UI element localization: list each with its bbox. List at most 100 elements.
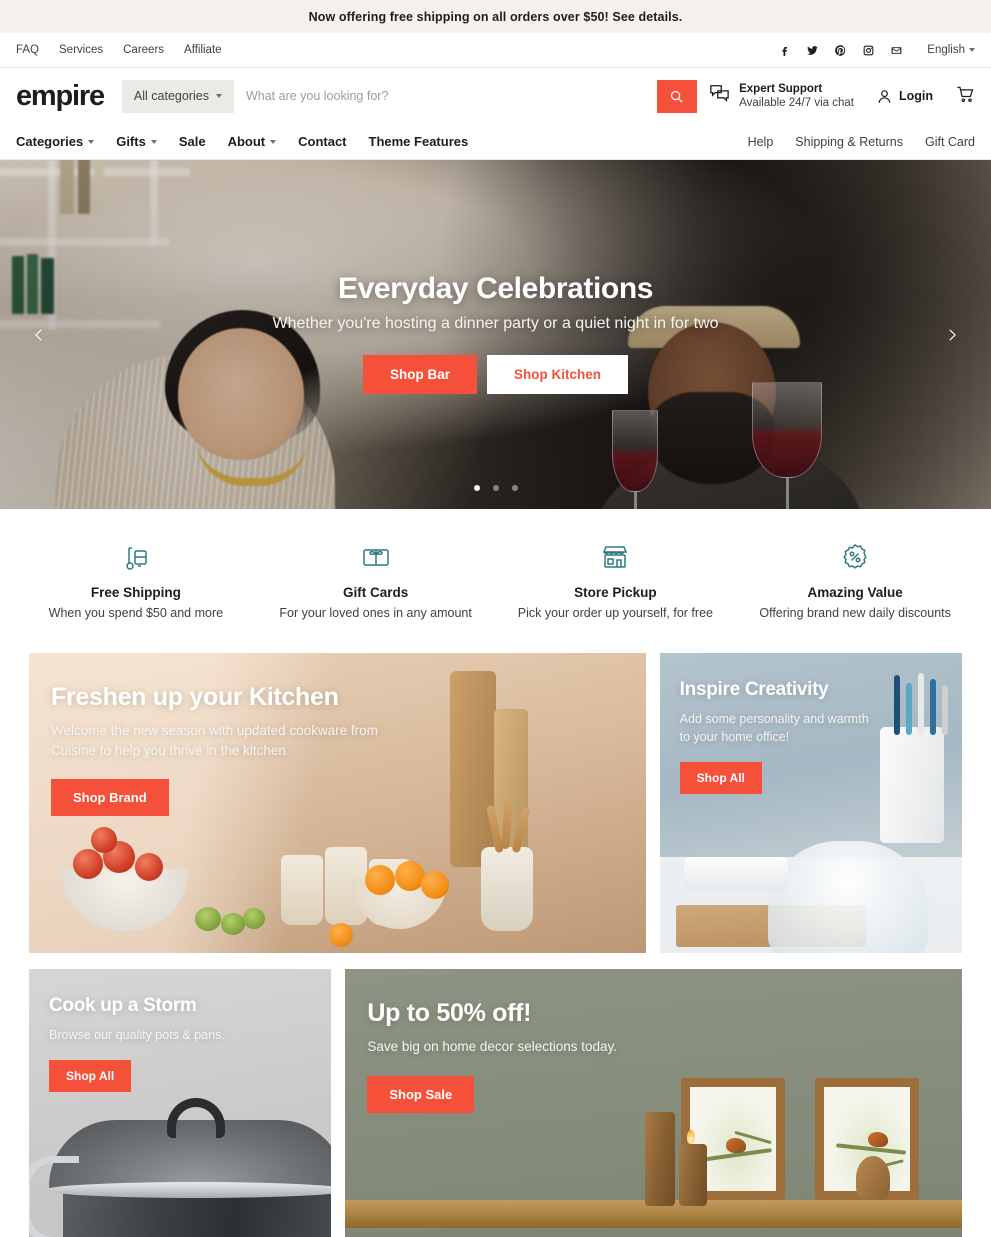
promo-desc: Save big on home decor selections today. — [367, 1039, 617, 1054]
hero-content: Everyday Celebrations Whether you're hos… — [0, 272, 991, 394]
promo-card-cook[interactable]: Cook up a Storm Browse our quality pots … — [29, 969, 332, 1237]
search-submit-button[interactable] — [656, 79, 697, 113]
nav-label: About — [227, 134, 266, 149]
promo-card-creativity[interactable]: Inspire Creativity Add some personality … — [659, 653, 962, 953]
nav-label: Theme Features — [368, 134, 469, 149]
utility-link-services[interactable]: Services — [59, 44, 103, 56]
promo-card-kitchen[interactable]: Freshen up your Kitchen Welcome the new … — [29, 653, 646, 953]
feature-free-shipping: Free Shipping When you spend $50 and mor… — [16, 540, 256, 620]
hero-subtitle: Whether you're hosting a dinner party or… — [272, 315, 719, 332]
chevron-down-icon — [150, 139, 157, 144]
support-title: Expert Support — [739, 82, 823, 95]
announcement-bar: Now offering free shipping on all orders… — [0, 0, 991, 33]
carousel-next-button[interactable] — [935, 318, 969, 352]
cart-button[interactable] — [955, 84, 975, 109]
shopping-cart-icon — [957, 86, 974, 102]
nav-item-gifts[interactable]: Gifts — [116, 134, 157, 149]
utility-link-careers[interactable]: Careers — [123, 44, 164, 56]
promo-desc: Welcome the new season with updated cook… — [51, 723, 378, 758]
header-actions: Expert Support Available 24/7 via chat L… — [709, 82, 975, 111]
login-button[interactable]: Login — [876, 88, 933, 105]
hero-shop-bar-button[interactable]: Shop Bar — [362, 355, 477, 394]
promo-title: Freshen up your Kitchen — [51, 683, 339, 711]
search-category-select[interactable]: All categories — [121, 79, 234, 113]
promo-shop-all-creativity-button[interactable]: Shop All — [679, 762, 762, 795]
nav-secondary: Help Shipping & Returns Gift Card — [748, 135, 975, 149]
instagram-icon[interactable] — [861, 43, 876, 58]
utility-link-faq[interactable]: FAQ — [16, 44, 39, 56]
delivery-truck-icon — [16, 540, 256, 574]
nav-item-contact[interactable]: Contact — [298, 134, 346, 149]
expert-support[interactable]: Expert Support Available 24/7 via chat — [709, 82, 854, 111]
feature-desc: Offering brand new daily discounts — [759, 606, 951, 620]
feature-desc: For your loved ones in any amount — [279, 606, 472, 620]
chevron-down-icon — [270, 139, 277, 144]
carousel-dot-2[interactable] — [492, 485, 499, 491]
chevron-down-icon — [88, 139, 95, 144]
carousel-dot-1[interactable] — [473, 485, 480, 491]
nav-label: Categories — [16, 134, 84, 149]
gift-card-icon — [256, 540, 496, 574]
hero-title: Everyday Celebrations — [337, 272, 654, 305]
promo-grid: Freshen up your Kitchen Welcome the new … — [0, 653, 991, 1237]
nav-item-help[interactable]: Help — [748, 135, 774, 149]
nav-label: Contact — [298, 134, 347, 149]
storefront-icon — [496, 540, 736, 574]
feature-desc: When you spend $50 and more — [48, 606, 224, 620]
support-subtitle: Available 24/7 via chat — [739, 97, 854, 109]
promo-desc: Add some personality and warmth to your … — [679, 712, 869, 745]
nav-item-about[interactable]: About — [228, 134, 277, 149]
utility-right: English — [777, 43, 975, 58]
utility-link-affiliate[interactable]: Affiliate — [184, 44, 222, 56]
feature-title: Amazing Value — [807, 585, 903, 600]
pinterest-icon[interactable] — [833, 43, 848, 58]
site-header: empire All categories Expert Support Ava… — [0, 68, 991, 124]
promo-row-2: Cook up a Storm Browse our quality pots … — [29, 969, 962, 1237]
carousel-dot-3[interactable] — [511, 485, 518, 491]
promo-row-1: Freshen up your Kitchen Welcome the new … — [29, 653, 962, 953]
feature-gift-cards: Gift Cards For your loved ones in any am… — [256, 540, 496, 620]
nav-primary: Categories Gifts Sale About Contact Them… — [16, 134, 468, 149]
email-icon[interactable] — [889, 43, 904, 58]
promo-title: Inspire Creativity — [679, 679, 829, 700]
promo-title: Cook up a Storm — [49, 995, 197, 1016]
discount-badge-icon — [735, 540, 975, 574]
feature-title: Gift Cards — [342, 585, 409, 600]
feature-title: Store Pickup — [574, 585, 657, 600]
hero-shop-kitchen-button[interactable]: Shop Kitchen — [487, 355, 628, 394]
chevron-down-icon — [215, 94, 222, 98]
nav-item-theme-features[interactable]: Theme Features — [369, 134, 469, 149]
promo-shop-sale-button[interactable]: Shop Sale — [367, 1075, 475, 1113]
facebook-icon[interactable] — [777, 43, 792, 58]
promo-title: Up to 50% off! — [367, 999, 532, 1027]
chevron-down-icon — [969, 48, 975, 52]
chat-bubbles-icon — [709, 84, 730, 108]
nav-item-categories[interactable]: Categories — [16, 134, 95, 149]
promo-shop-brand-button[interactable]: Shop Brand — [51, 779, 169, 817]
nav-item-sale[interactable]: Sale — [179, 134, 206, 149]
promo-desc: Browse our quality pots & pans. — [49, 1028, 225, 1042]
nav-item-shipping-returns[interactable]: Shipping & Returns — [795, 135, 903, 149]
site-logo[interactable]: empire — [16, 81, 105, 111]
feature-amazing-value: Amazing Value Offering brand new daily d… — [735, 540, 975, 620]
language-label: English — [927, 44, 965, 56]
chevron-right-icon — [949, 328, 956, 341]
language-selector[interactable]: English — [927, 44, 975, 56]
promo-card-sale[interactable]: Up to 50% off! Save big on home decor se… — [345, 969, 962, 1237]
search-category-label: All categories — [133, 89, 209, 103]
hero-carousel: Everyday Celebrations Whether you're hos… — [0, 160, 991, 509]
search-icon — [671, 90, 683, 103]
twitter-icon[interactable] — [805, 43, 820, 58]
search-input[interactable] — [233, 79, 657, 113]
feature-store-pickup: Store Pickup Pick your order up yourself… — [496, 540, 736, 620]
carousel-prev-button[interactable] — [22, 318, 56, 352]
feature-desc: Pick your order up yourself, for free — [517, 606, 713, 620]
announcement-text: Now offering free shipping on all orders… — [308, 9, 683, 24]
hero-buttons: Shop Bar Shop Kitchen — [0, 355, 991, 394]
nav-item-gift-card[interactable]: Gift Card — [925, 135, 975, 149]
feature-title: Free Shipping — [90, 585, 181, 600]
nav-label: Gifts — [116, 134, 146, 149]
nav-label: Sale — [178, 134, 206, 149]
utility-bar: FAQ Services Careers Affiliate English — [0, 33, 991, 68]
promo-shop-all-cook-button[interactable]: Shop All — [49, 1060, 132, 1093]
